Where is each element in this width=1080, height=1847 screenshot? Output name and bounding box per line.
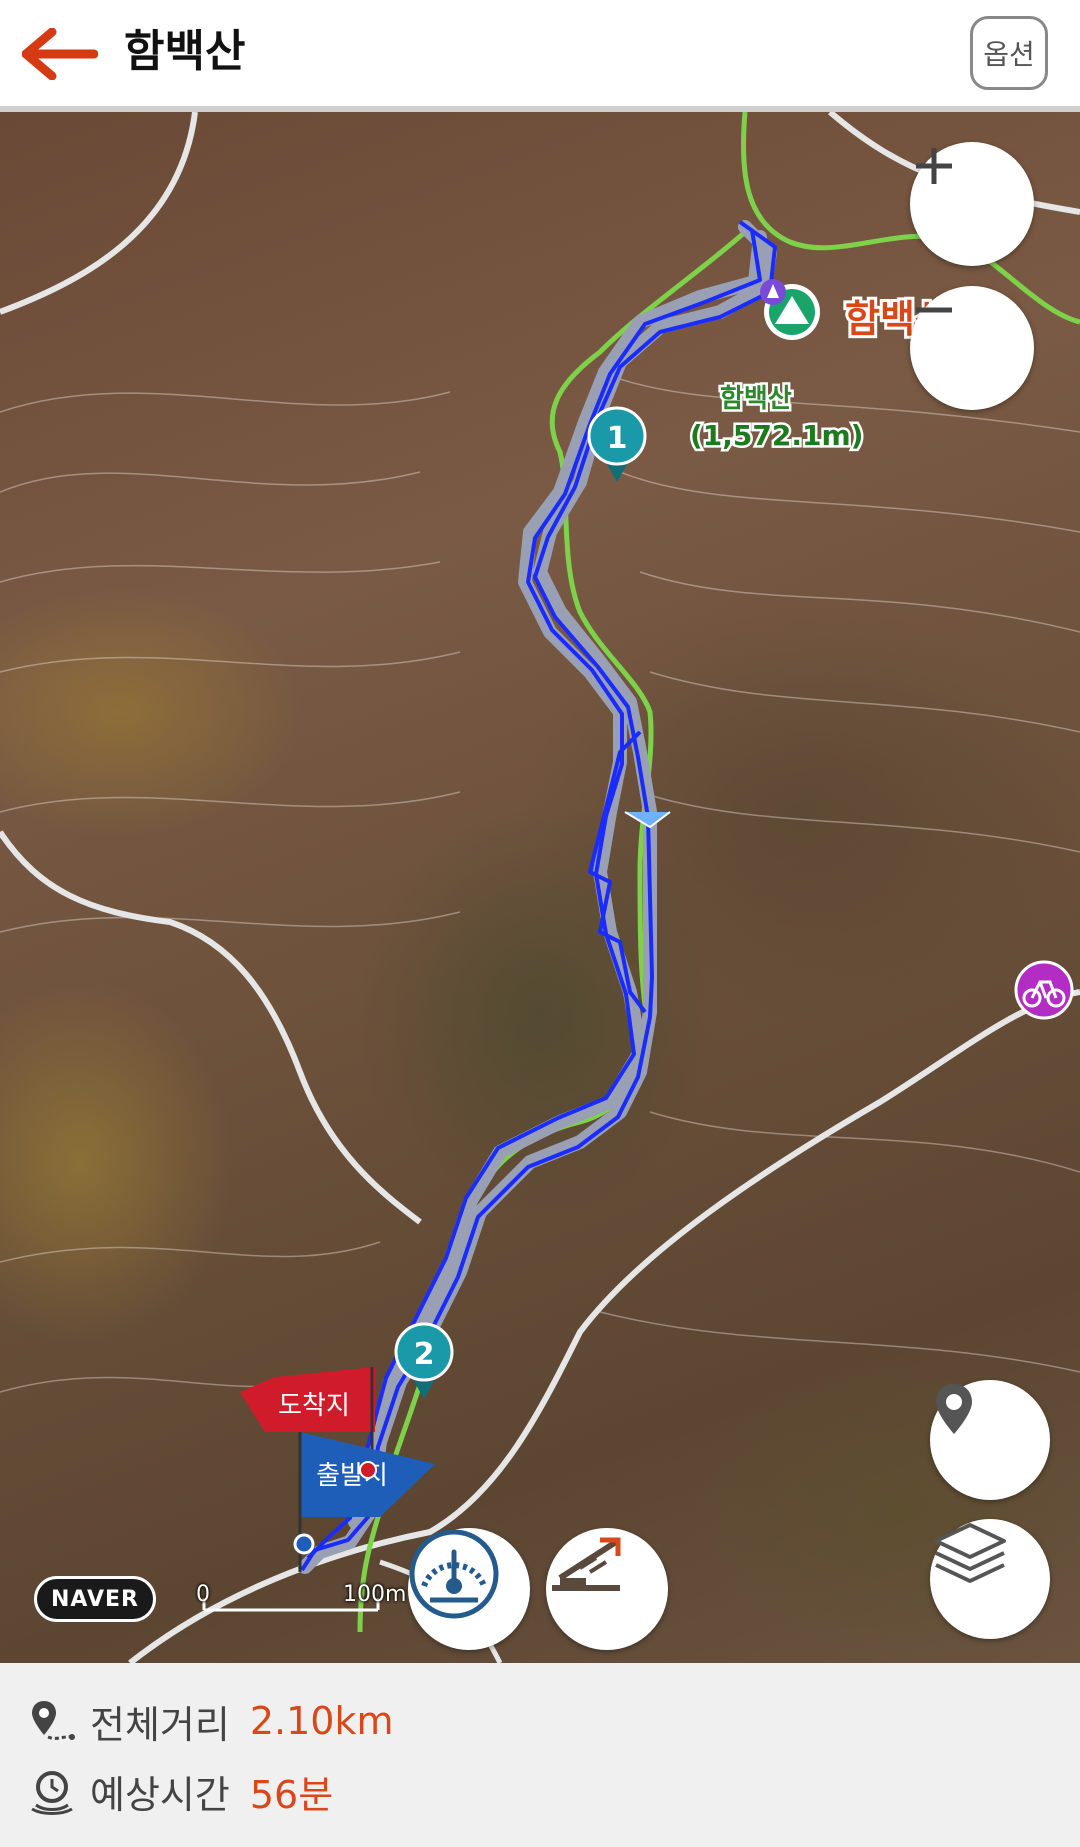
time-value: 56분 — [249, 1772, 334, 1817]
time-row: 예상시간 56분 — [28, 1761, 333, 1821]
zoom-in-button[interactable] — [910, 142, 1034, 266]
departure-label: 출발지 — [316, 1461, 388, 1491]
map-layers-button[interactable] — [930, 1519, 1050, 1639]
route-direction-marker — [624, 811, 671, 829]
naver-logo-badge: NAVER — [34, 1576, 156, 1622]
distance-label: 전체거리 — [90, 1702, 230, 1747]
scale-end-label: 100m — [343, 1582, 407, 1607]
elevation-icon — [552, 1537, 621, 1591]
elevation-profile-button[interactable] — [546, 1528, 668, 1650]
back-button[interactable] — [21, 27, 99, 81]
map-scale: 0 100m — [196, 1582, 406, 1632]
waypoint-marker-1[interactable]: 1 — [587, 406, 647, 482]
map-view[interactable]: 함백산 함백산 (1,572.1m) 1 2 도착지 출발지 NAVER 0 1… — [0, 112, 1080, 1663]
options-button[interactable]: 옵션 — [970, 16, 1048, 90]
route-summary-panel: 전체거리 2.10km 예상시간 56분 — [0, 1663, 1080, 1847]
plus-icon — [916, 148, 952, 184]
summit-marker — [760, 279, 820, 340]
speed-gauge-button[interactable] — [408, 1528, 530, 1650]
start-point-marker — [293, 1533, 315, 1555]
my-location-button[interactable] — [930, 1380, 1050, 1500]
distance-row: 전체거리 2.10km — [28, 1691, 393, 1751]
layers-icon — [934, 1523, 1006, 1583]
waypoint-number: 1 — [607, 421, 628, 456]
clock-icon — [31, 1771, 73, 1815]
speedometer-icon — [409, 1529, 499, 1619]
peak-name-label: 함백산 — [720, 384, 792, 414]
zoom-out-button[interactable] — [910, 286, 1034, 410]
end-point-marker — [359, 1461, 377, 1479]
app-header: 함백산 옵션 — [0, 0, 1080, 112]
page-title: 함백산 — [124, 26, 246, 77]
peak-elevation-label: (1,572.1m) — [690, 419, 863, 452]
bicycle-poi-marker[interactable] — [1014, 960, 1074, 1020]
location-pin-icon — [936, 1384, 972, 1434]
route-distance-icon — [32, 1701, 75, 1740]
time-label: 예상시간 — [90, 1772, 230, 1817]
waypoint-number: 2 — [414, 1337, 435, 1372]
scale-start-label: 0 — [196, 1582, 210, 1607]
distance-value: 2.10km — [249, 1699, 394, 1743]
arrow-left-icon — [21, 27, 99, 81]
arrival-label: 도착지 — [278, 1391, 350, 1421]
minus-icon — [916, 307, 952, 313]
